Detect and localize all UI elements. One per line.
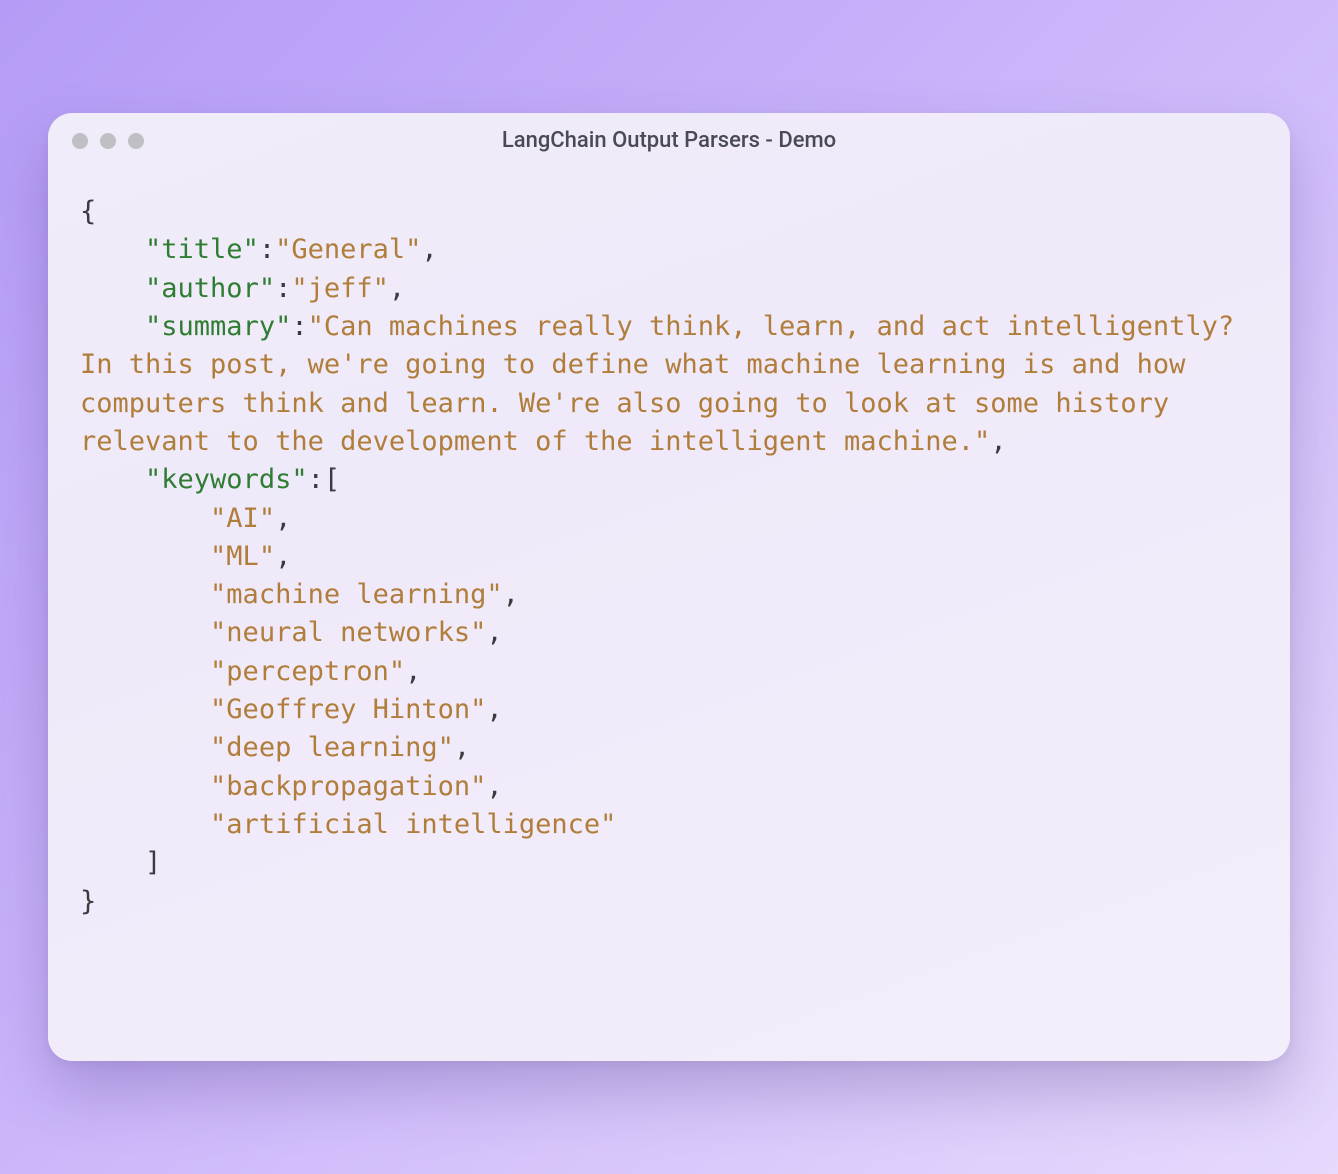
- json-keyword-item: "ML": [210, 541, 275, 572]
- indent: [80, 847, 145, 878]
- colon: :: [291, 311, 307, 342]
- bracket-close: ]: [145, 847, 161, 878]
- indent: [80, 617, 210, 648]
- close-icon[interactable]: [72, 133, 88, 149]
- comma: ,: [486, 617, 502, 648]
- indent: [80, 809, 210, 840]
- colon: :: [275, 273, 291, 304]
- comma: ,: [486, 771, 502, 802]
- json-key-summary: "summary": [145, 311, 291, 342]
- indent: [80, 694, 210, 725]
- json-keyword-item: "Geoffrey Hinton": [210, 694, 486, 725]
- json-keyword-item: "neural networks": [210, 617, 486, 648]
- window: LangChain Output Parsers - Demo { "title…: [48, 113, 1290, 1061]
- comma: ,: [405, 656, 421, 687]
- json-key-keywords: "keywords": [145, 464, 308, 495]
- json-key-author: "author": [145, 273, 275, 304]
- indent: [80, 732, 210, 763]
- colon: :: [308, 464, 324, 495]
- minimize-icon[interactable]: [100, 133, 116, 149]
- colon: :: [259, 234, 275, 265]
- indent: [80, 771, 210, 802]
- comma: ,: [503, 579, 519, 610]
- json-keyword-item: "machine learning": [210, 579, 503, 610]
- json-value-title: "General": [275, 234, 421, 265]
- indent: [80, 464, 145, 495]
- comma: ,: [454, 732, 470, 763]
- json-keyword-item: "AI": [210, 503, 275, 534]
- indent: [80, 541, 210, 572]
- comma: ,: [275, 503, 291, 534]
- comma: ,: [275, 541, 291, 572]
- indent: [80, 579, 210, 610]
- titlebar: LangChain Output Parsers - Demo: [48, 113, 1290, 169]
- comma: ,: [486, 694, 502, 725]
- comma: ,: [990, 426, 1006, 457]
- json-value-author: "jeff": [291, 273, 389, 304]
- zoom-icon[interactable]: [128, 133, 144, 149]
- indent: [80, 311, 145, 342]
- indent: [80, 234, 145, 265]
- window-title: LangChain Output Parsers - Demo: [48, 128, 1290, 153]
- json-keyword-item: "artificial intelligence": [210, 809, 616, 840]
- traffic-lights: [72, 133, 144, 149]
- json-keyword-item: "perceptron": [210, 656, 405, 687]
- code-block: { "title":"General", "author":"jeff", "s…: [48, 169, 1290, 1061]
- brace-open: {: [80, 196, 96, 227]
- brace-close: }: [80, 886, 96, 917]
- comma: ,: [421, 234, 437, 265]
- bracket-open: [: [324, 464, 340, 495]
- indent: [80, 656, 210, 687]
- indent: [80, 273, 145, 304]
- json-key-title: "title": [145, 234, 259, 265]
- json-keyword-item: "deep learning": [210, 732, 454, 763]
- json-keyword-item: "backpropagation": [210, 771, 486, 802]
- comma: ,: [389, 273, 405, 304]
- indent: [80, 503, 210, 534]
